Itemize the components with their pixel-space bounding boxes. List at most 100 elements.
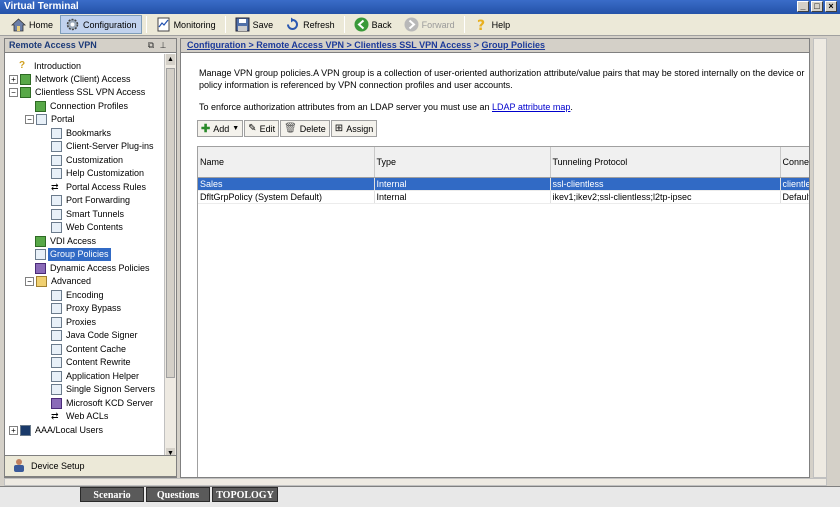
tree-item-content-rewrite[interactable]: Content Rewrite <box>51 356 133 369</box>
server-icon <box>51 384 62 395</box>
description-line: policy information is referenced by VPN … <box>199 80 513 90</box>
monitoring-label: Monitoring <box>173 19 216 30</box>
column-header-type[interactable]: Type <box>374 147 551 178</box>
help-button[interactable]: ? Help <box>469 15 516 34</box>
delete-button[interactable]: 🗑 Delete <box>280 120 330 137</box>
tree-item-client-server-plugins[interactable]: Client-Server Plug-ins <box>51 140 156 153</box>
tree-item-network-client-access[interactable]: + Network (Client) Access <box>9 73 133 86</box>
table-row[interactable]: DfltGrpPolicy (System Default) Internal … <box>198 190 809 204</box>
navigation-panel-title: Remote Access VPN <box>9 40 97 50</box>
ldap-attribute-map-link[interactable]: LDAP attribute map <box>492 102 570 112</box>
tree-item-single-signon-servers[interactable]: Single Signon Servers <box>51 383 157 396</box>
tree-item-help-customization[interactable]: Help Customization <box>51 167 146 180</box>
scroll-up-icon[interactable]: ▲ <box>166 54 175 65</box>
window-title: Virtual Terminal <box>4 1 79 12</box>
expand-icon[interactable]: + <box>9 426 18 435</box>
device-setup-button[interactable]: Device Setup <box>4 455 177 477</box>
tree-vertical-scrollbar[interactable]: ▲ ▼ <box>164 54 176 459</box>
navigation-panel: Remote Access VPN ⧉⊥ ? Introduction + Netw… <box>4 38 177 478</box>
page-description: Manage VPN group policies.A VPN group is… <box>199 67 809 91</box>
cell-tunneling-protocol: ssl-clientless <box>550 177 781 191</box>
help-icon: ? <box>19 60 26 71</box>
tree-item-portal[interactable]: − Portal <box>25 113 77 126</box>
scroll-thumb[interactable] <box>166 68 175 378</box>
tree-item-customization[interactable]: Customization <box>51 154 125 167</box>
configuration-label: Configuration <box>83 19 137 30</box>
save-button[interactable]: Save <box>230 15 279 34</box>
collapse-icon[interactable]: − <box>25 115 34 124</box>
tree-item-aaa-local-users[interactable]: + AAA/Local Users <box>9 424 105 437</box>
add-label: Add <box>213 123 230 134</box>
expand-icon[interactable]: + <box>9 75 18 84</box>
close-button[interactable]: × <box>825 1 837 12</box>
tree-item-proxy-bypass[interactable]: Proxy Bypass <box>51 302 123 315</box>
column-header-connection[interactable]: Connec <box>780 147 809 178</box>
panel-controls[interactable]: ⧉⊥ <box>148 39 172 52</box>
home-button[interactable]: Home <box>6 15 58 34</box>
tree-item-content-cache[interactable]: Content Cache <box>51 343 128 356</box>
tree-item-proxies[interactable]: Proxies <box>51 316 98 329</box>
cell-name: Sales <box>198 177 375 191</box>
tree-item-portal-access-rules[interactable]: ⇄ Portal Access Rules <box>51 181 148 194</box>
home-icon <box>10 17 27 32</box>
forward-button[interactable]: Forward <box>399 15 460 34</box>
acl-icon: ⇄ <box>51 411 59 421</box>
forward-arrow-icon <box>404 17 419 32</box>
add-button[interactable]: ✚ Add ▼ <box>197 120 244 137</box>
edit-button[interactable]: ✎ Edit <box>244 120 280 137</box>
cache-icon <box>51 344 62 355</box>
application-icon <box>51 371 62 382</box>
portal-icon <box>36 114 47 125</box>
tree-item-microsoft-kcd-server[interactable]: Microsoft KCD Server <box>51 397 155 410</box>
device-setup-label: Device Setup <box>31 461 85 471</box>
monitoring-button[interactable]: Monitoring <box>151 15 221 34</box>
back-button[interactable]: Back <box>349 15 397 34</box>
refresh-button[interactable]: Refresh <box>280 15 340 34</box>
configuration-button[interactable]: Configuration <box>60 15 142 34</box>
tree-item-java-code-signer[interactable]: Java Code Signer <box>51 329 140 342</box>
network-icon <box>20 74 31 85</box>
tree-item-smart-tunnels[interactable]: Smart Tunnels <box>51 208 126 221</box>
toolbar-separator <box>145 16 147 33</box>
topology-button[interactable]: TOPOLOGY <box>212 487 278 502</box>
scenario-button[interactable]: Scenario <box>80 487 144 502</box>
tree-item-web-acls[interactable]: ⇄ Web ACLs <box>51 410 110 423</box>
tree-item-port-forwarding[interactable]: Port Forwarding <box>51 194 132 207</box>
content-horizontal-scrollbar[interactable] <box>4 478 827 486</box>
add-icon: ✚ <box>201 123 211 135</box>
cell-connection: DefaultR <box>780 190 809 204</box>
ldap-note-text: To enforce authorization attributes from… <box>199 102 492 112</box>
breadcrumb-current[interactable]: Group Policies <box>482 40 546 50</box>
tree-item-dynamic-access-policies[interactable]: Dynamic Access Policies <box>35 262 152 275</box>
questions-button[interactable]: Questions <box>146 487 210 502</box>
column-header-name[interactable]: Name <box>198 147 375 178</box>
collapse-icon[interactable]: − <box>25 277 34 286</box>
tree-item-vdi-access[interactable]: VDI Access <box>35 235 98 248</box>
port-icon <box>51 195 62 206</box>
column-header-tunneling-protocol[interactable]: Tunneling Protocol <box>550 147 781 178</box>
maximize-button[interactable]: □ <box>811 1 823 12</box>
collapse-icon[interactable]: − <box>9 88 18 97</box>
tree-item-connection-profiles[interactable]: Connection Profiles <box>35 100 130 113</box>
minimize-button[interactable]: _ <box>797 1 809 12</box>
assign-button[interactable]: ⊞ Assign <box>330 120 378 137</box>
tree-item-application-helper[interactable]: Application Helper <box>51 370 141 383</box>
tunnel-icon <box>51 209 62 220</box>
tree-item-advanced[interactable]: − Advanced <box>25 275 93 288</box>
breadcrumb-path-link[interactable]: Configuration > Remote Access VPN > Clie… <box>187 40 471 50</box>
tree-item-bookmarks[interactable]: Bookmarks <box>51 127 113 140</box>
profile-icon <box>35 101 46 112</box>
tree-item-web-contents[interactable]: Web Contents <box>51 221 125 234</box>
save-label: Save <box>252 19 274 30</box>
table-row[interactable]: Sales Internal ssl-clientless clientles <box>198 177 809 191</box>
refresh-label: Refresh <box>303 19 335 30</box>
gear-icon <box>65 17 80 32</box>
group-policy-icon <box>35 249 46 260</box>
tree-item-group-policies[interactable]: Group Policies <box>35 248 111 261</box>
tree-item-encoding[interactable]: Encoding <box>51 289 106 302</box>
tree-item-clientless-ssl-vpn-access[interactable]: − Clientless SSL VPN Access <box>9 86 147 99</box>
ldap-note: To enforce authorization attributes from… <box>199 102 573 112</box>
chevron-down-icon[interactable]: ▼ <box>232 125 239 132</box>
tree-item-introduction[interactable]: ? Introduction <box>19 60 83 73</box>
content-vertical-scrollbar[interactable] <box>813 38 827 478</box>
